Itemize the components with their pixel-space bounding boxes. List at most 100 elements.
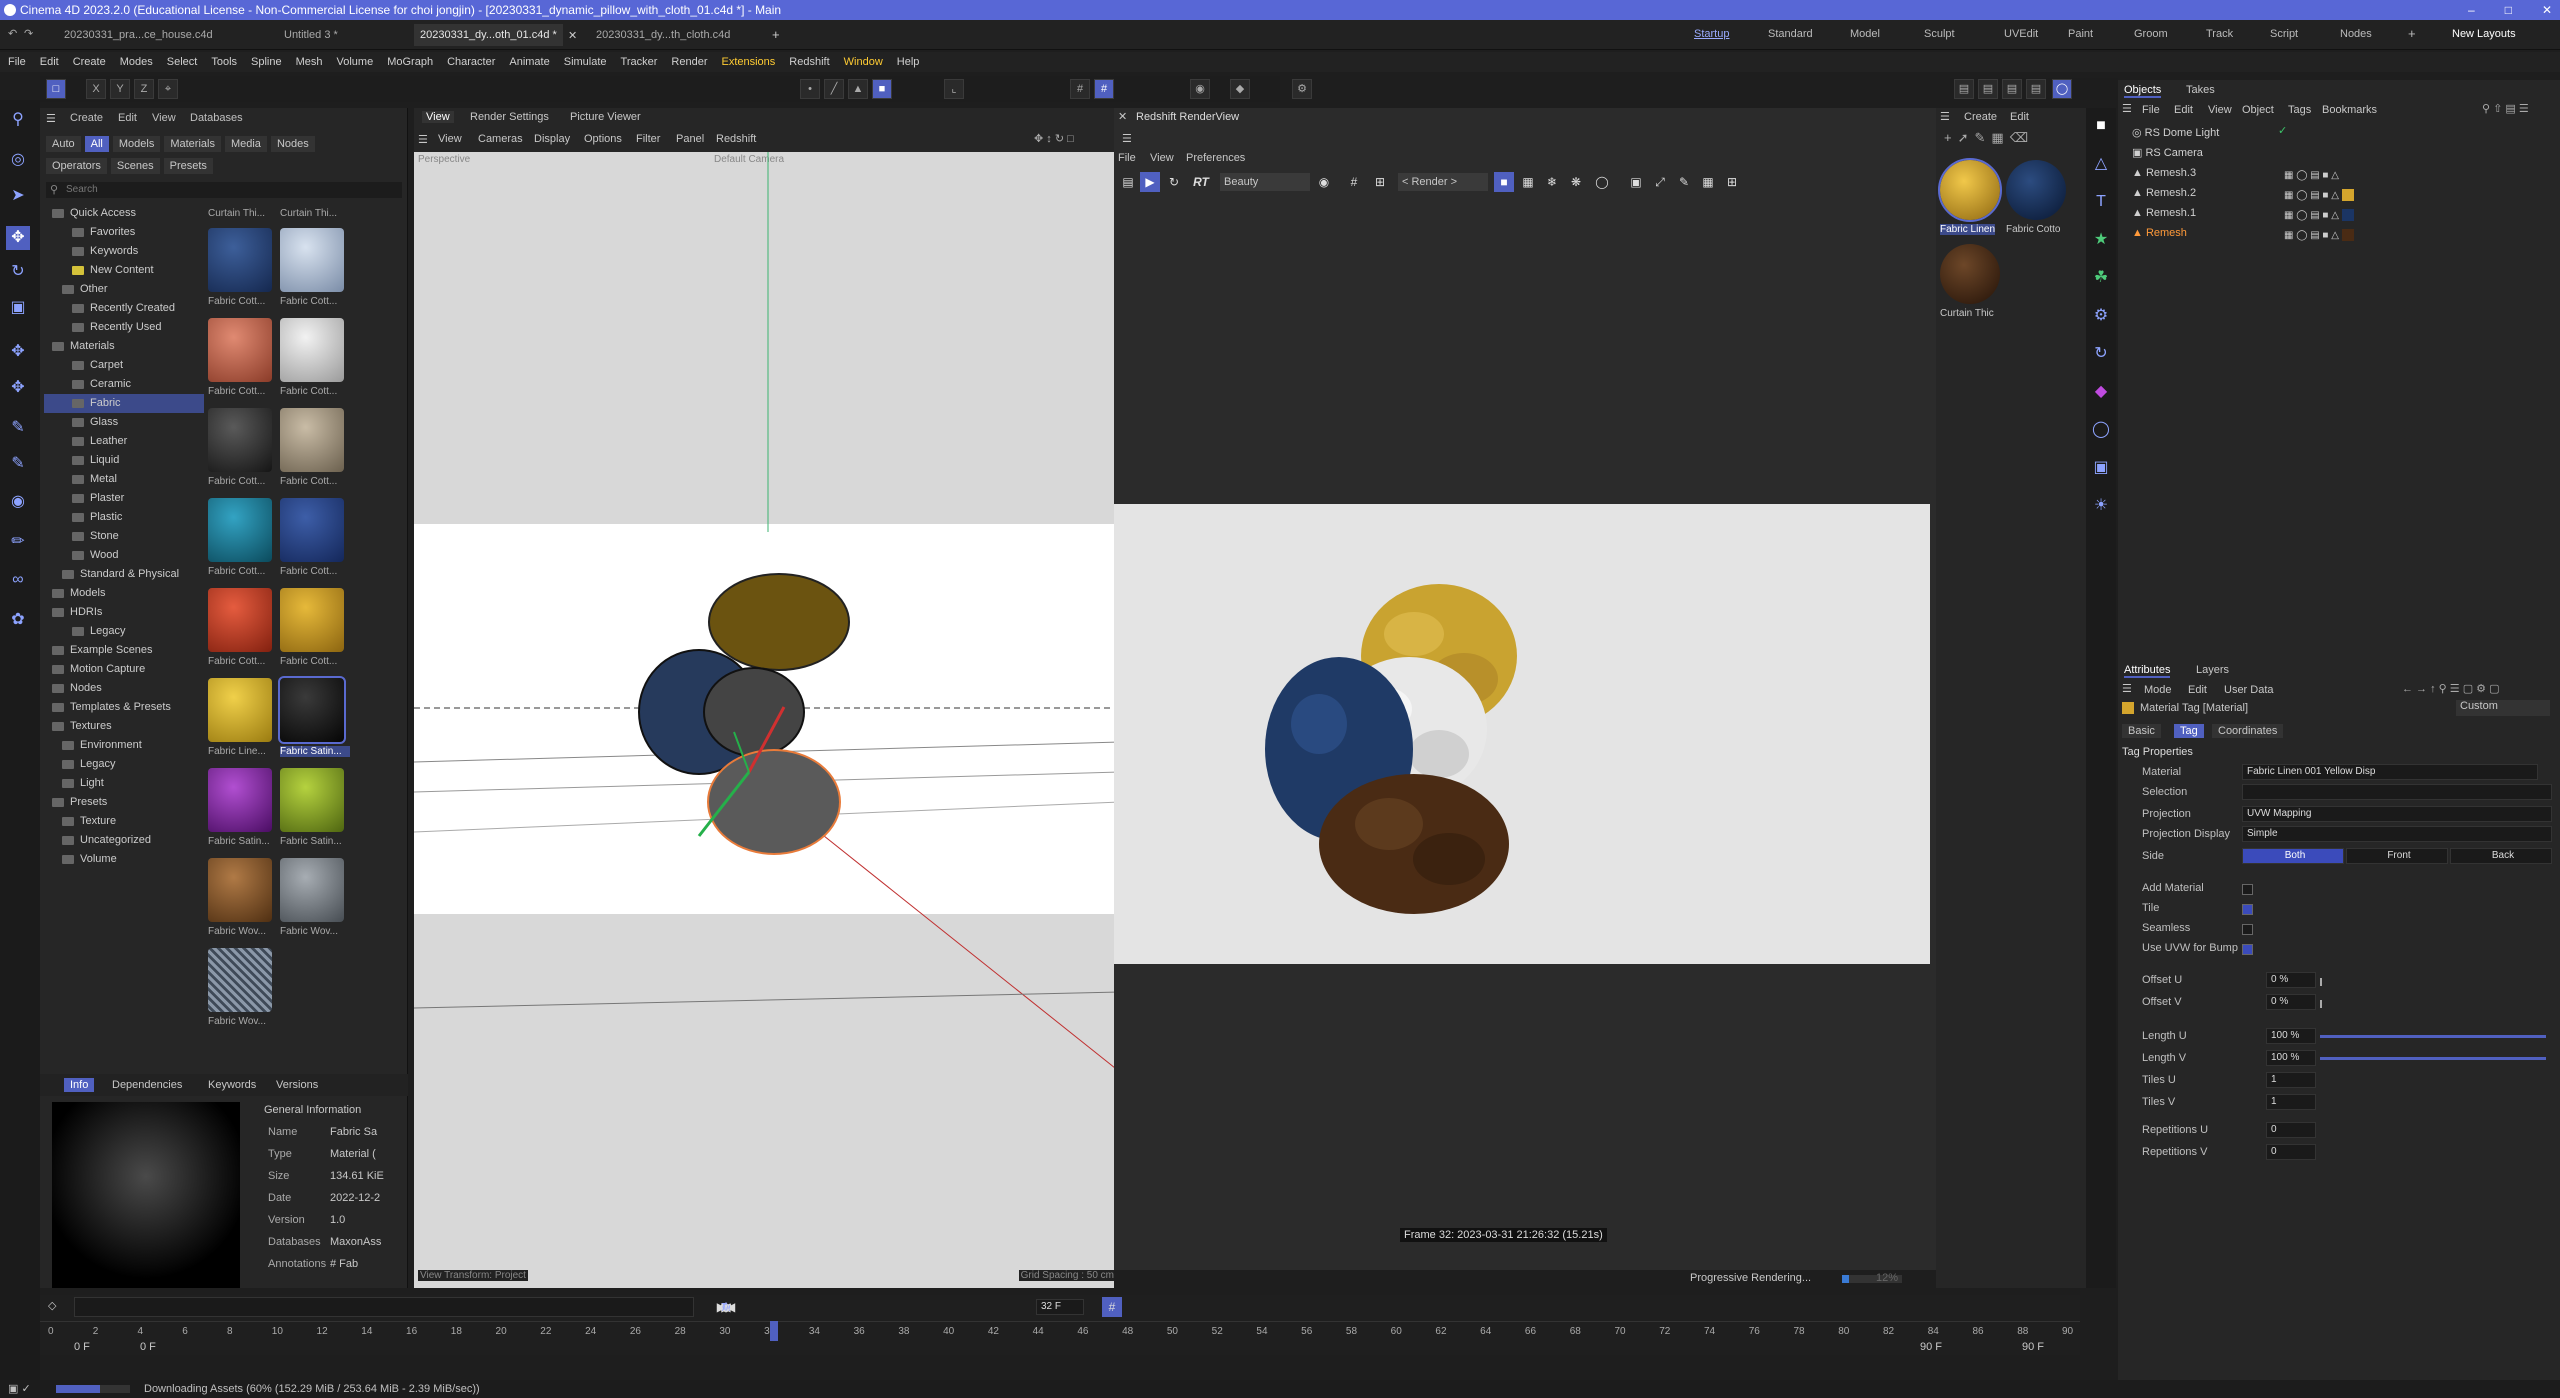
obj-menu-edit[interactable]: Edit [2174,104,2193,116]
subtab-presets[interactable]: Presets [163,158,213,174]
vp-menu-cameras[interactable]: Cameras [478,133,523,145]
attr-menu-edit[interactable]: Edit [2188,684,2207,696]
search-icon[interactable]: ⚲ [6,108,30,132]
asset-thumbnail[interactable] [208,858,272,922]
asset-menu-edit[interactable]: Edit [118,112,137,124]
tab-layers[interactable]: Layers [2196,664,2229,676]
tree-item-selected[interactable]: Fabric [44,394,204,413]
asset-thumbnail[interactable] [208,408,272,472]
layout-track[interactable]: Track [2206,28,2233,40]
length-u-slider[interactable] [2320,1035,2546,1038]
material-link-field[interactable]: Fabric Linen 001 Yellow Disp [2242,764,2538,780]
spline-icon[interactable]: ↻ [2089,342,2113,366]
asset-search[interactable]: ⚲ Search [46,182,402,198]
vp-menu-redshift[interactable]: Redshift [716,133,756,145]
subtab-basic[interactable]: Basic [2122,724,2161,738]
rv-menu-view[interactable]: View [1150,152,1174,164]
polygons-mode-icon[interactable]: ▲ [848,79,868,99]
current-frame-field[interactable]: 32 F [1036,1299,1084,1315]
text-icon[interactable]: T [2089,190,2113,214]
tree-item[interactable]: Templates & Presets [44,698,204,717]
grid-snap-icon[interactable]: # [1102,1297,1122,1317]
knife-icon[interactable]: ✎ [6,416,30,440]
tab-view[interactable]: View [422,111,454,123]
play-render-icon[interactable]: ▶ [1140,172,1160,192]
object-mode-icon[interactable]: ■ [872,79,892,99]
fit-icon[interactable]: ⤢ [1650,172,1670,192]
keywords-tab[interactable]: Keywords [208,1079,256,1091]
length-v-slider[interactable] [2320,1057,2546,1060]
obj-menu-view[interactable]: View [2208,104,2232,116]
repetitions-u-field[interactable]: 0 [2266,1122,2316,1138]
menu-select[interactable]: Select [167,56,198,68]
end-frame-field[interactable]: 90 F [2022,1341,2044,1353]
tree-item[interactable]: Standard & Physical [44,565,204,584]
tree-item[interactable]: Wood [44,546,204,565]
edges-mode-icon[interactable]: ╱ [824,79,844,99]
tree-item[interactable]: Recently Used [44,318,204,337]
menu-modes[interactable]: Modes [120,56,153,68]
tree-item[interactable]: Texture [44,812,204,831]
hamburger-icon[interactable]: ☰ [2122,682,2132,695]
spline-pen-icon[interactable]: ✎ [6,452,30,476]
tree-item[interactable]: Legacy [44,622,204,641]
close-icon[interactable]: ✕ [1118,110,1127,123]
close-icon[interactable]: ✕ [2542,0,2552,20]
tree-item[interactable]: Nodes [44,679,204,698]
tree-item[interactable]: Environment [44,736,204,755]
tree-item[interactable]: Other [44,280,204,299]
projection-select[interactable]: UVW Mapping [2242,806,2552,822]
uvw-bump-checkbox[interactable] [2242,944,2253,955]
filter-materials[interactable]: Materials [164,136,221,152]
axis-icon[interactable]: ✥ [6,376,30,400]
obj-menu-file[interactable]: File [2142,104,2160,116]
attr-menu-mode[interactable]: Mode [2144,684,2172,696]
vp-menu-options[interactable]: Options [584,133,622,145]
obj-menu-tags[interactable]: Tags [2288,104,2311,116]
circle-icon[interactable]: ◯ [1592,172,1612,192]
hamburger-icon[interactable]: ☰ [1940,110,1950,123]
menu-render[interactable]: Render [671,56,707,68]
length-u-field[interactable]: 100 % [2266,1028,2316,1044]
add-layout-icon[interactable]: + [2408,26,2416,41]
mat-menu-create[interactable]: Create [1964,111,1997,123]
move-icon[interactable]: ✥ [6,226,30,250]
asset-menu-create[interactable]: Create [70,112,103,124]
environment-icon[interactable]: ◯ [2089,418,2113,442]
render-camera-select[interactable]: < Render > [1398,173,1488,191]
repetitions-v-field[interactable]: 0 [2266,1144,2316,1160]
tree-item[interactable]: Uncategorized [44,831,204,850]
generator-icon[interactable]: ★ [2089,228,2113,252]
maximize-icon[interactable]: □ [2505,0,2512,20]
tree-item[interactable]: Glass [44,413,204,432]
tree-item[interactable]: Quick Access [44,204,204,223]
aov-select[interactable]: Beauty [1220,173,1310,191]
rotate-icon[interactable]: ↻ [6,260,30,284]
menu-animate[interactable]: Animate [509,56,549,68]
snapshot-icon[interactable]: ▤ [1118,172,1138,192]
offset-v-slider[interactable] [2320,1000,2322,1008]
filter-auto[interactable]: Auto [46,136,81,152]
close-tab-icon[interactable]: ✕ [568,29,577,42]
hamburger-icon[interactable]: ☰ [2122,102,2132,115]
cube-icon[interactable]: ■ [2089,114,2113,138]
tree-item[interactable]: Motion Capture [44,660,204,679]
tab-attributes[interactable]: Attributes [2124,664,2171,678]
obj-menu-bookmarks[interactable]: Bookmarks [2322,104,2377,116]
doc-tab[interactable]: 20230331_dy...th_cloth.c4d [596,24,730,46]
subtab-operators[interactable]: Operators [46,158,107,174]
render-queue-icon[interactable]: ▤ [2002,79,2022,99]
tree-item[interactable]: HDRIs [44,603,204,622]
seamless-checkbox[interactable] [2242,924,2253,935]
keyframe-diamond-icon[interactable]: ◇ [48,1299,56,1312]
grid-view-icon[interactable]: ▦ [1991,130,2003,152]
side-back-button[interactable]: Back [2450,848,2552,864]
render-icon[interactable]: ◉ [1190,79,1210,99]
asset-thumbnail[interactable] [208,498,272,562]
asset-thumbnail[interactable] [208,948,272,1012]
menu-spline[interactable]: Spline [251,56,282,68]
asset-menu-databases[interactable]: Databases [190,112,243,124]
tree-item[interactable]: Recently Created [44,299,204,318]
tree-item[interactable]: Carpet [44,356,204,375]
menu-edit[interactable]: Edit [40,56,59,68]
